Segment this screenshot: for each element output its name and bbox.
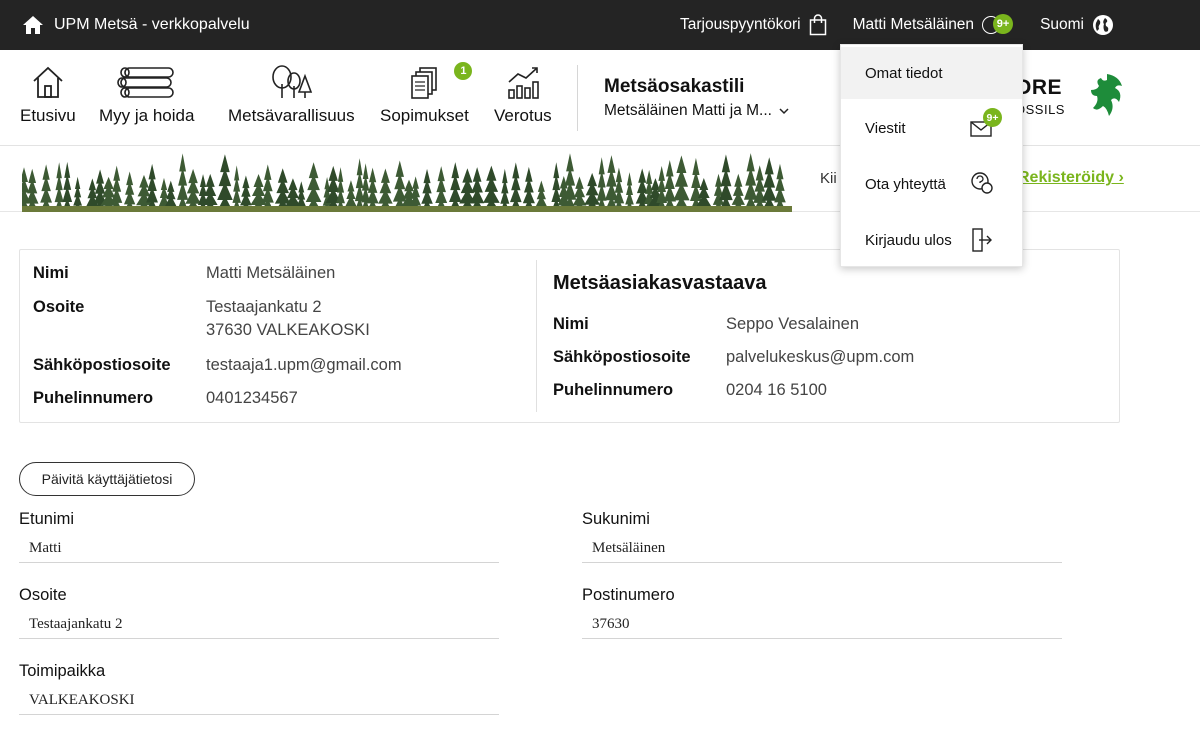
language-label: Suomi <box>1040 16 1084 33</box>
postal-code-label: Postinumero <box>582 586 675 604</box>
rep-email[interactable]: palvelukeskus@upm.com <box>726 348 914 367</box>
griffin-icon <box>1091 74 1122 116</box>
upm-logo[interactable]: ORE OSSILS <box>1015 72 1125 124</box>
city-label: Toimipaikka <box>19 662 106 680</box>
profile-phone: 0401234567 <box>206 389 298 407</box>
menu-item-omat-tiedot[interactable]: Omat tiedot <box>841 47 1022 99</box>
postal-code-input[interactable] <box>582 611 1062 639</box>
trees-icon <box>272 65 313 98</box>
account-name: Metsäläinen Matti ja M... <box>604 102 772 119</box>
city-input[interactable] <box>19 687 499 715</box>
update-user-info-button[interactable]: Päivitä käyttäjätietosi <box>19 462 195 496</box>
nav-label: Sopimukset <box>380 106 469 125</box>
user-menu-toggle[interactable]: Matti Metsäläinen 9+ <box>853 14 1014 36</box>
rep-name: Seppo Vesalainen <box>726 315 860 333</box>
nav-item-myy-ja-hoida[interactable]: Myy ja hoida <box>99 64 194 126</box>
logs-icon <box>116 67 174 98</box>
nav-label: Etusivu <box>20 106 76 125</box>
brand-title: UPM Metsä - verkkopalvelu <box>54 16 250 33</box>
nav-item-sopimukset[interactable]: 1 Sopimukset <box>380 62 473 126</box>
nav-label: Verotus <box>494 106 552 125</box>
nav-label: Metsävarallisuus <box>228 106 355 125</box>
brand-link[interactable]: UPM Metsä - verkkopalvelu <box>22 0 250 50</box>
globe-icon <box>1093 15 1113 35</box>
nav-item-verotus[interactable]: Verotus <box>494 64 552 126</box>
user-icon: 9+ <box>982 14 1014 36</box>
profile-email: testaaja1.upm@gmail.com <box>206 356 402 374</box>
contracts-badge: 1 <box>454 62 473 80</box>
nav-item-metsavarallisuus[interactable]: Metsävarallisuus <box>228 64 355 126</box>
rep-title: Metsäasiakasvastaava <box>553 272 767 294</box>
nav-divider <box>577 65 578 131</box>
cart-label: Tarjouspyyntökori <box>679 16 801 33</box>
rep-name-row: Nimi Seppo Vesalainen <box>553 315 860 333</box>
logout-icon <box>972 228 992 252</box>
last-name-input[interactable] <box>582 535 1062 563</box>
nav-label: Myy ja hoida <box>99 106 195 125</box>
menu-item-kirjaudu-ulos[interactable]: Kirjaudu ulos <box>841 214 1022 266</box>
menu-item-ota-yhteytta[interactable]: Ota yhteyttä <box>841 158 1022 210</box>
user-name: Matti Metsäläinen <box>852 16 975 33</box>
cart-link[interactable]: Tarjouspyyntökori <box>680 14 827 36</box>
register-link[interactable]: Rekisteröidy › <box>1018 169 1124 187</box>
account-title: Metsäosakastili <box>604 76 745 97</box>
user-dropdown-menu: Omat tiedot Viestit 9+ Ota yhteyttä Kirj… <box>840 44 1023 267</box>
last-name-label: Sukunimi <box>582 510 650 528</box>
notification-badge: 9+ <box>993 14 1014 34</box>
profile-name: Matti Metsäläinen <box>206 264 336 282</box>
first-name-input[interactable] <box>19 535 499 563</box>
home-icon <box>33 66 63 98</box>
profile-address-line1: Testaajankatu 2 <box>206 298 322 316</box>
info-card: Nimi Matti Metsäläinen Osoite Testaajank… <box>19 249 1120 423</box>
nav-item-etusivu[interactable]: Etusivu <box>20 64 76 126</box>
first-name-label: Etunimi <box>19 510 75 528</box>
account-selector[interactable]: Metsäosakastili Metsäläinen Matti ja M..… <box>604 76 790 120</box>
forest-illustration <box>22 153 792 212</box>
chat-support-icon <box>971 172 993 194</box>
chart-icon <box>508 67 539 99</box>
menu-item-viestit[interactable]: Viestit 9+ <box>841 102 1022 154</box>
language-selector[interactable]: Suomi <box>1040 14 1114 36</box>
profile-address-row: Osoite Testaajankatu 2 37630 VALKEAKOSKI <box>33 298 370 339</box>
card-divider <box>536 260 537 412</box>
shopping-bag-icon <box>809 14 826 36</box>
rep-email-row: Sähköpostiosoite palvelukeskus@upm.com <box>553 348 915 367</box>
rep-phone-row: Puhelinnumero 0204 16 5100 <box>553 381 827 399</box>
address-input[interactable] <box>19 611 499 639</box>
chevron-down-icon <box>779 108 789 115</box>
profile-name-row: Nimi Matti Metsäläinen <box>33 264 336 282</box>
rep-phone: 0204 16 5100 <box>726 381 827 399</box>
messages-badge: 9+ <box>983 108 1002 127</box>
home-icon <box>23 16 43 34</box>
address-label: Osoite <box>19 586 67 604</box>
profile-phone-row: Puhelinnumero 0401234567 <box>33 389 298 407</box>
top-bar: UPM Metsä - verkkopalvelu Tarjouspyyntök… <box>0 0 1200 50</box>
documents-icon: 1 <box>404 62 473 100</box>
profile-email-row: Sähköpostiosoite testaaja1.upm@gmail.com <box>33 356 402 374</box>
profile-address-line2: 37630 VALKEAKOSKI <box>206 321 370 339</box>
banner-text: Kii <box>820 170 837 187</box>
